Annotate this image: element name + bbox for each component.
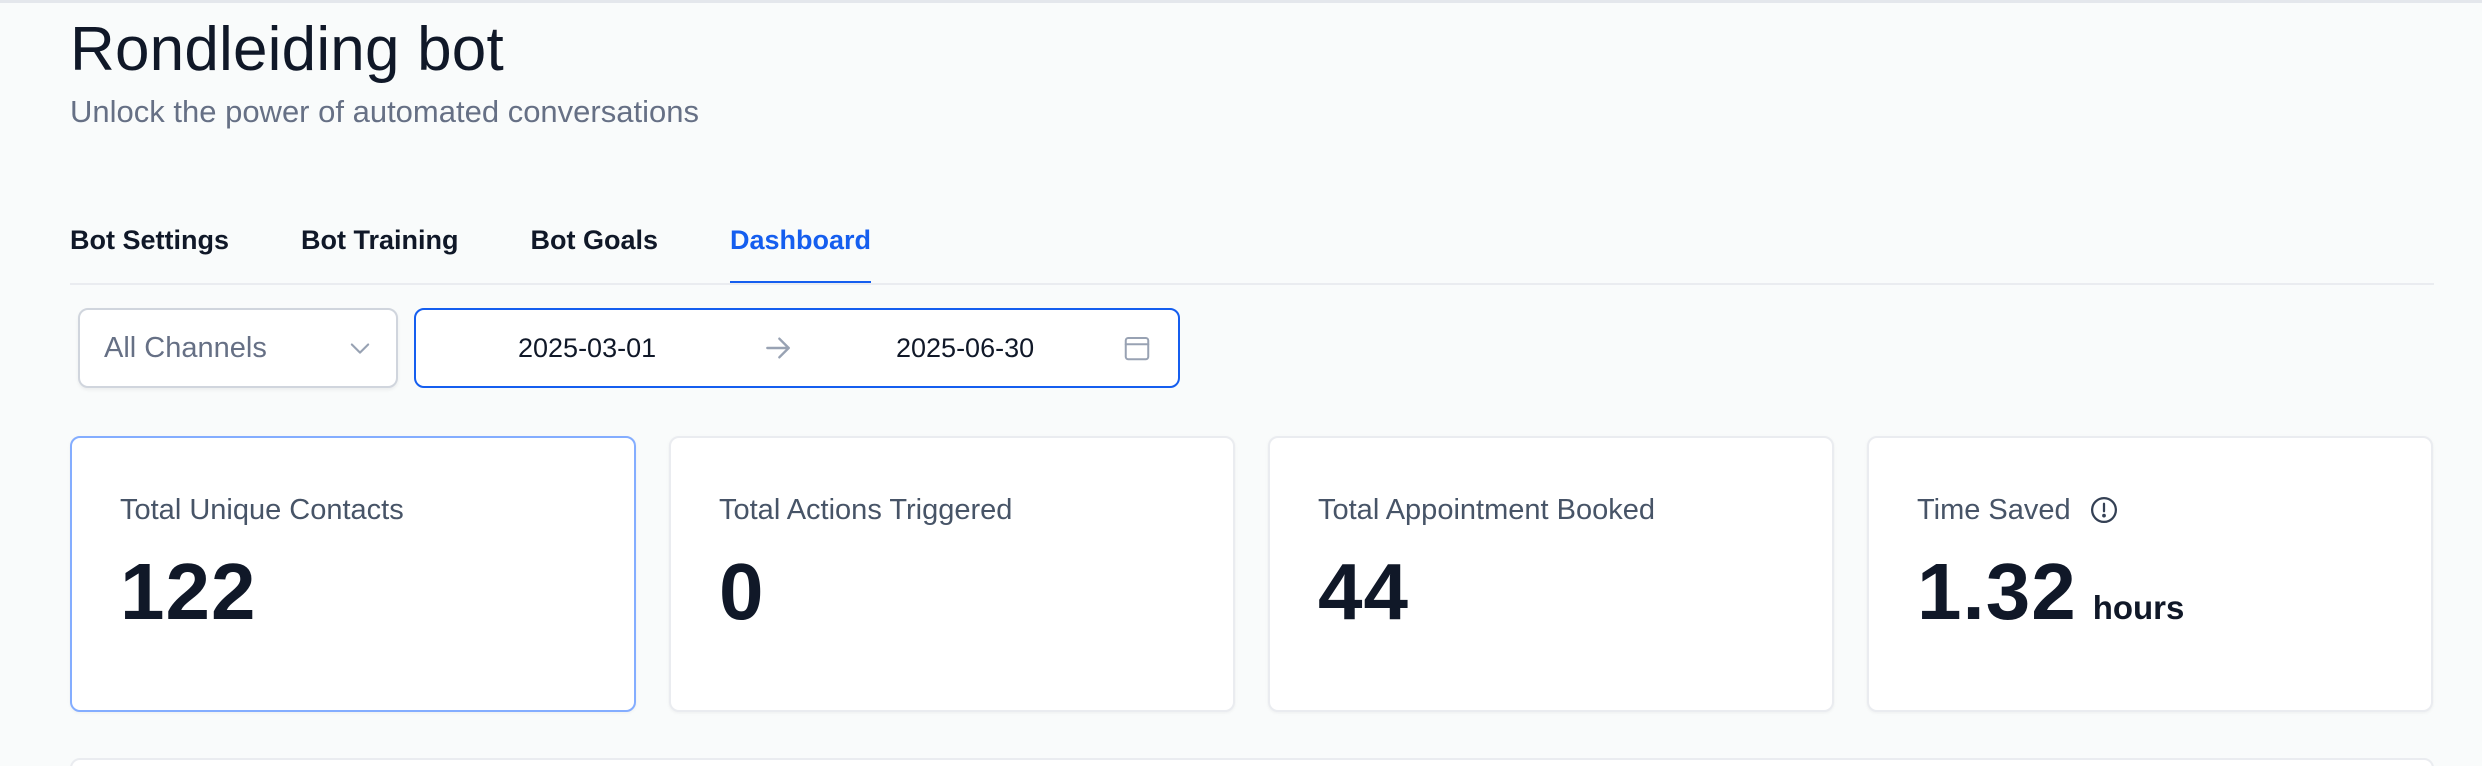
tab-dashboard[interactable]: Dashboard xyxy=(730,200,872,285)
page-subtitle: Unlock the power of automated conversati… xyxy=(70,94,699,129)
stat-value: 44 xyxy=(1318,547,1409,636)
stat-card-unique-contacts[interactable]: Total Unique Contacts 122 xyxy=(70,436,636,712)
channel-select[interactable]: All Channels xyxy=(78,308,398,388)
channel-select-value: All Channels xyxy=(104,331,267,364)
start-date[interactable]: 2025-03-01 xyxy=(518,310,656,386)
stat-unit: hours xyxy=(2092,589,2185,626)
stat-label: Total Unique Contacts xyxy=(120,494,404,526)
arrow-right-icon xyxy=(766,337,790,359)
tab-bot-settings[interactable]: Bot Settings xyxy=(70,200,229,285)
stat-label: Time Saved xyxy=(1917,490,2119,530)
stat-value: 1.32 hours xyxy=(1917,547,2185,636)
calendar-icon[interactable] xyxy=(1122,332,1152,364)
dashboard-panel xyxy=(70,758,2434,766)
top-border xyxy=(0,0,2482,3)
stat-label: Total Appointment Booked xyxy=(1318,494,1655,526)
info-icon[interactable] xyxy=(2089,495,2119,525)
stat-card-appointments-booked[interactable]: Total Appointment Booked 44 xyxy=(1268,436,1834,712)
tab-bot-training[interactable]: Bot Training xyxy=(301,200,459,285)
end-date[interactable]: 2025-06-30 xyxy=(896,310,1034,386)
tab-bot-goals[interactable]: Bot Goals xyxy=(531,200,659,285)
tab-divider xyxy=(70,283,2434,285)
page-title: Rondleiding bot xyxy=(70,15,504,84)
stat-card-time-saved[interactable]: Time Saved 1.32 hours xyxy=(1867,436,2433,712)
stat-card-actions-triggered[interactable]: Total Actions Triggered 0 xyxy=(669,436,1235,712)
date-range-picker[interactable]: 2025-03-01 2025-06-30 xyxy=(414,308,1180,388)
tab-bar: Bot Settings Bot Training Bot Goals Dash… xyxy=(70,200,872,285)
chevron-down-icon xyxy=(350,343,370,354)
stat-value: 0 xyxy=(719,547,765,636)
stat-label: Total Actions Triggered xyxy=(719,494,1013,526)
stat-value: 122 xyxy=(120,547,257,636)
